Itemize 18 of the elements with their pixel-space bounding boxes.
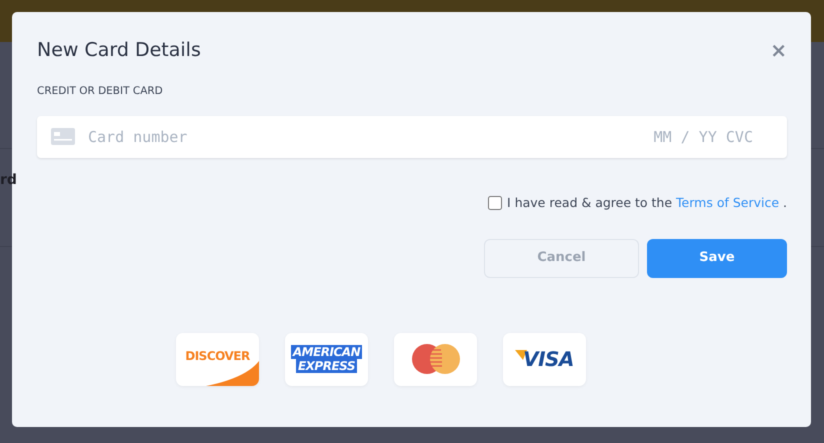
- logo-text: AMERICAN: [290, 345, 362, 359]
- swoosh-icon: [206, 360, 259, 386]
- logo-text: DISCOVER: [185, 348, 250, 365]
- save-button[interactable]: Save: [647, 238, 787, 278]
- agreement-text: I have read & agree to the Terms of Service .: [507, 194, 787, 212]
- agree-checkbox[interactable]: [488, 196, 502, 210]
- terms-link[interactable]: Terms of Service: [676, 194, 780, 210]
- card-number-field[interactable]: Card number: [86, 124, 635, 149]
- logo-text: EXPRESS: [296, 359, 358, 373]
- section-label: CREDIT OR DEBIT CARD: [37, 84, 164, 99]
- expiry-cvc-field[interactable]: MM / YY CVC: [635, 124, 755, 149]
- modal-title: New Card Details: [37, 38, 201, 63]
- credit-card-icon: [51, 128, 75, 146]
- logo-text: VISA: [523, 346, 574, 373]
- card-field[interactable]: Card number MM / YY CVC: [37, 116, 787, 158]
- cancel-button[interactable]: Cancel: [484, 238, 639, 278]
- overlapping-circles-icon: [410, 343, 460, 375]
- close-button[interactable]: ×: [770, 40, 787, 60]
